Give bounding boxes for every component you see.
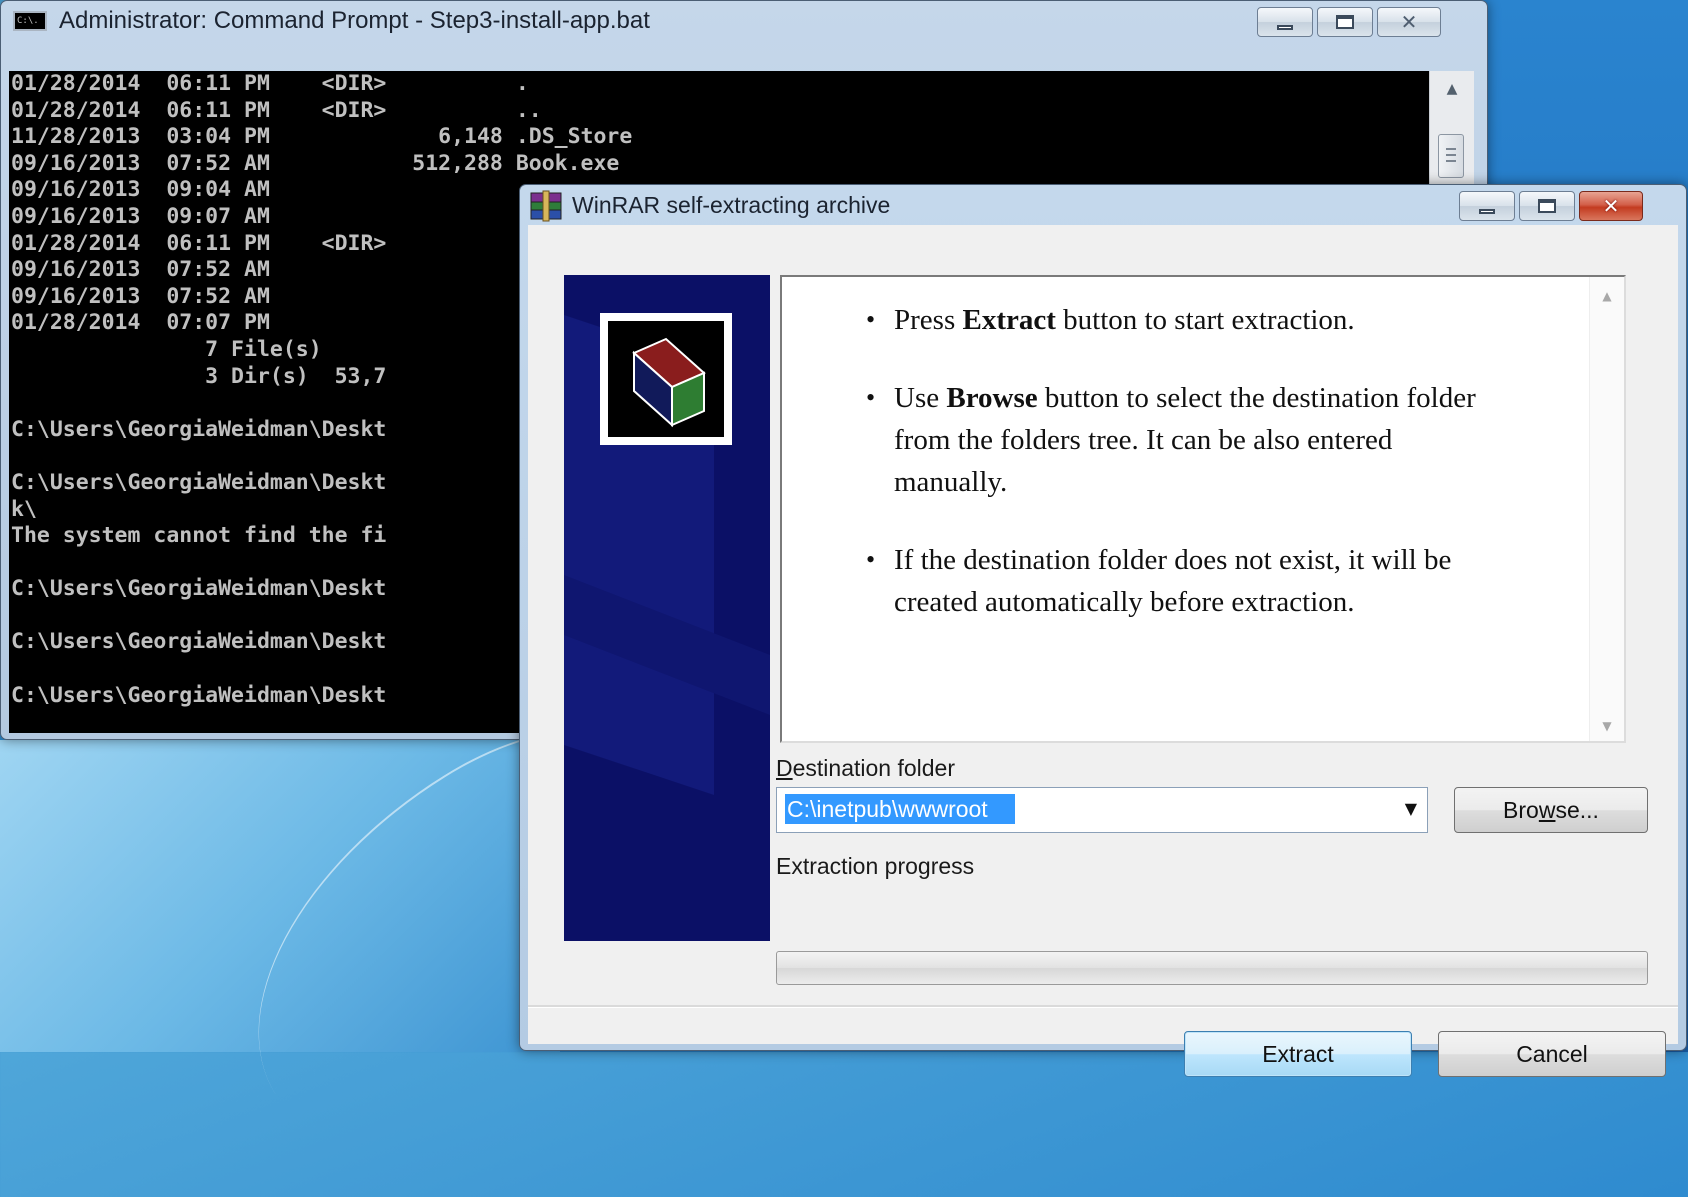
browse-button[interactable]: Bro w se...	[1454, 787, 1648, 833]
console-line: 01/28/2014 06:11 PM <DIR>	[11, 230, 387, 256]
cmd-app-icon: C:\.	[13, 11, 47, 31]
footer-separator	[528, 1005, 1678, 1008]
console-line: 09/16/2013 07:52 AM	[11, 257, 270, 283]
console-line: The system cannot find the fi	[11, 523, 387, 549]
scroll-down-arrow-icon[interactable]: ▼	[1590, 719, 1624, 733]
winrar-sfx-dialog[interactable]: WinRAR self-extracting archive ✕ • Press…	[519, 184, 1687, 1077]
close-icon: ✕	[1400, 10, 1418, 34]
instruction-extract: Press Extract button to start extraction…	[782, 299, 1494, 341]
rar-close-button[interactable]: ✕	[1579, 191, 1643, 221]
destination-folder-label: Destination folder	[776, 755, 956, 781]
rar-caption-buttons: ✕	[1459, 191, 1643, 221]
thumb-grip	[1446, 160, 1456, 162]
console-line: 09/16/2013 09:04 AM	[11, 177, 270, 203]
console-line: C:\Users\GeorgiaWeidman\Deskt	[11, 629, 387, 655]
cancel-button[interactable]: Cancel	[1438, 1031, 1666, 1077]
rar-minimize-button[interactable]	[1459, 191, 1515, 221]
maximize-icon	[1538, 199, 1556, 213]
cmd-maximize-button[interactable]	[1317, 7, 1373, 37]
minimize-icon	[1277, 24, 1293, 30]
console-line: C:\Users\GeorgiaWeidman\Deskt	[11, 576, 387, 602]
maximize-icon	[1336, 15, 1354, 29]
rar-maximize-button[interactable]	[1519, 191, 1575, 221]
cmd-caption-buttons: ✕	[1257, 7, 1441, 37]
scroll-up-arrow-icon[interactable]: ▲	[1590, 289, 1624, 303]
winrar-side-banner	[564, 275, 770, 941]
console-line: 09/16/2013 07:52 AM	[11, 283, 270, 309]
rar-dialog-body: Press Extract button to start extraction…	[528, 225, 1678, 1077]
cmd-close-button[interactable]: ✕	[1377, 7, 1441, 37]
minimize-icon	[1479, 208, 1495, 214]
scroll-up-arrow-icon[interactable]: ▲	[1430, 71, 1474, 107]
console-line: 01/28/2014 06:11 PM <DIR> ..	[11, 97, 542, 123]
console-line: 01/28/2014 06:11 PM <DIR> .	[11, 71, 529, 96]
cmd-minimize-button[interactable]	[1257, 7, 1313, 37]
console-line: 01/28/2014 07:07 PM	[11, 310, 270, 336]
instruction-create-folder: If the destination folder does not exist…	[782, 539, 1494, 623]
winrar-books-icon	[530, 190, 562, 222]
console-line: 7 File(s)	[205, 336, 322, 362]
console-line: C:\Users\GeorgiaWeidman\Deskt	[11, 416, 387, 442]
extraction-progress-label: Extraction progress	[776, 853, 975, 879]
console-line: C:\Users\GeorgiaWeidman\Deskt	[11, 469, 387, 495]
thumb-grip	[1446, 154, 1456, 156]
console-line: 11/28/2013 03:04 PM 6,148 .DS_Store	[11, 124, 633, 150]
thumb-grip	[1446, 148, 1456, 150]
destination-folder-input[interactable]	[785, 794, 1015, 824]
instructions-box[interactable]: Press Extract button to start extraction…	[780, 275, 1626, 743]
scroll-thumb[interactable]	[1438, 134, 1464, 178]
destination-folder-combobox[interactable]: ▼	[776, 787, 1428, 833]
chevron-down-icon[interactable]: ▼	[1405, 799, 1417, 818]
console-line: 3 Dir(s) 53,7	[205, 363, 387, 389]
console-line: C:\Users\GeorgiaWeidman\Deskt	[11, 682, 387, 708]
cmd-window-title: Administrator: Command Prompt - Step3-in…	[59, 7, 650, 34]
rar-window-title: WinRAR self-extracting archive	[572, 191, 891, 218]
extraction-progress-bar	[776, 951, 1648, 985]
close-icon: ✕	[1602, 194, 1620, 218]
console-line: 09/16/2013 07:52 AM 512,288 Book.exe	[11, 150, 620, 176]
winrar-archive-logo-icon	[600, 313, 732, 445]
instruction-browse: Use Browse button to select the destinat…	[782, 377, 1494, 503]
instructions-scrollbar[interactable]: ▲ ▼	[1589, 277, 1624, 741]
extract-button[interactable]: Extract	[1184, 1031, 1412, 1077]
instructions-list: Press Extract button to start extraction…	[782, 299, 1624, 623]
console-line: k\	[11, 496, 37, 522]
console-line: 09/16/2013 09:07 AM	[11, 203, 270, 229]
